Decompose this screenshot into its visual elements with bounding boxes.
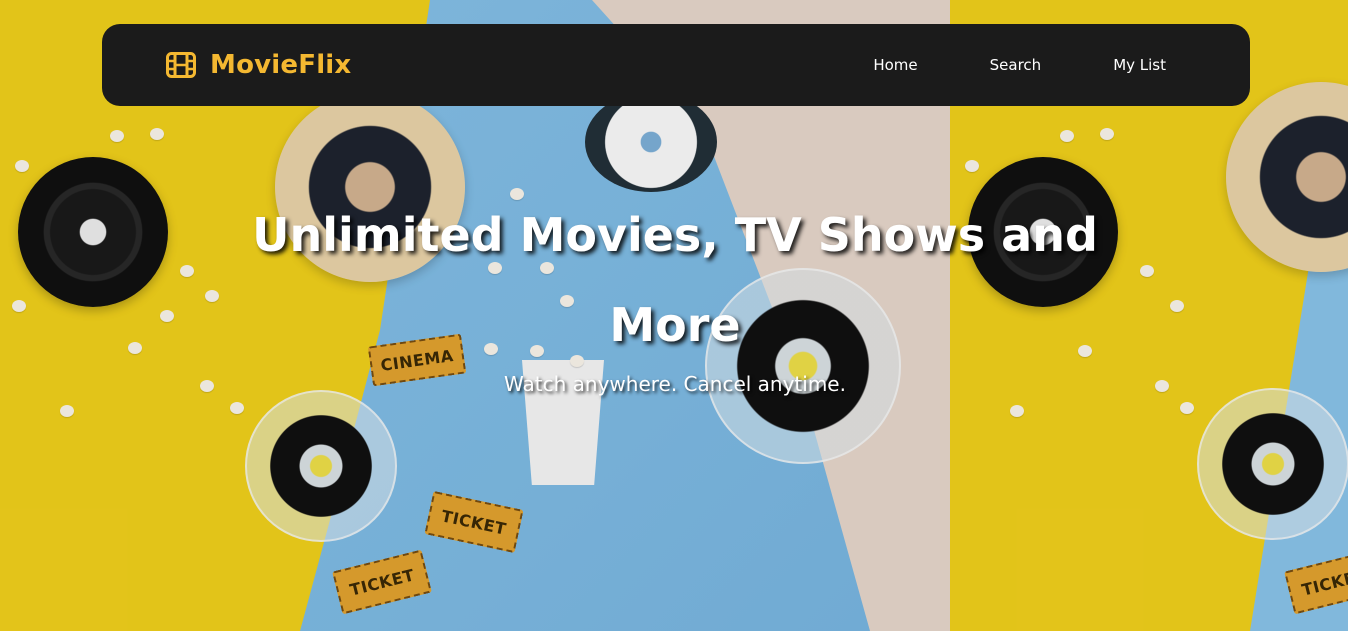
nav-link-my-list[interactable]: My List	[1077, 56, 1166, 74]
nav-link-home[interactable]: Home	[837, 56, 953, 74]
hero-content: Unlimited Movies, TV Shows and More Watc…	[0, 190, 1348, 396]
brand-logo[interactable]: MovieFlix	[166, 50, 351, 80]
film-icon	[166, 52, 196, 78]
hero-subtitle: Watch anywhere. Cancel anytime.	[504, 372, 846, 396]
brand-name: MovieFlix	[210, 50, 352, 80]
hero-section: CINEMA TICKET TICKET TICKET MovieFlix Ho…	[0, 0, 1348, 631]
top-navbar: MovieFlix Home Search My List	[102, 24, 1250, 106]
hero-title: Unlimited Movies, TV Shows and More	[252, 208, 1098, 352]
nav-link-search[interactable]: Search	[954, 56, 1078, 74]
nav-links: Home Search My List	[837, 56, 1166, 74]
